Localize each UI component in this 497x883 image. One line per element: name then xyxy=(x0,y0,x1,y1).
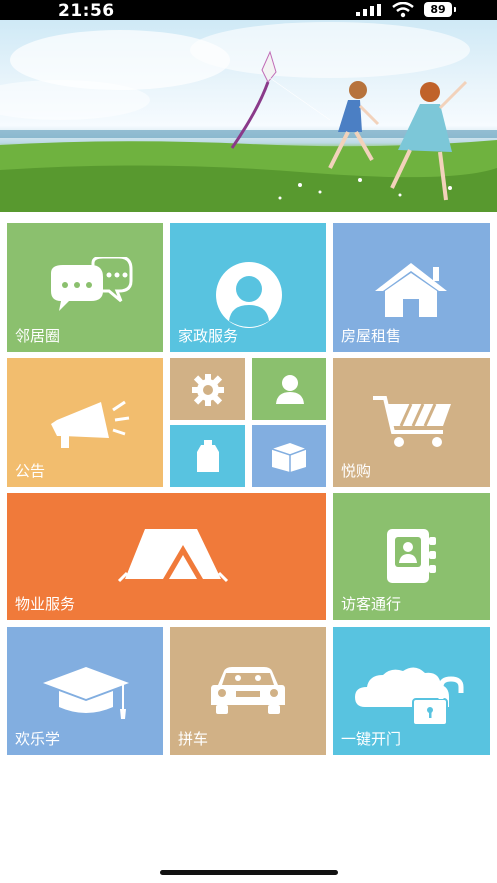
megaphone-icon xyxy=(51,400,130,448)
tile-label: 公告 xyxy=(15,462,46,480)
cloud-unlock-icon xyxy=(355,667,464,726)
tile-notice[interactable]: 公告 xyxy=(7,358,163,487)
tile-label: 悦购 xyxy=(341,462,372,480)
tile-water-delivery[interactable] xyxy=(170,425,245,487)
tile-label: 拼车 xyxy=(178,730,209,748)
tile-label: 邻居圈 xyxy=(15,327,61,345)
tile-profile[interactable] xyxy=(252,358,326,420)
car-icon xyxy=(211,667,285,714)
status-bar: 21:56 89 xyxy=(0,0,497,21)
battery-level: 89 xyxy=(430,3,446,16)
water-bottle-icon xyxy=(197,440,219,472)
person-icon xyxy=(276,375,304,404)
tile-label: 房屋租售 xyxy=(341,327,402,345)
tile-settings[interactable] xyxy=(170,358,245,420)
banner-illustration xyxy=(0,22,497,212)
tile-label: 物业服务 xyxy=(15,595,76,613)
contact-book-icon xyxy=(387,529,436,583)
user-avatar-icon xyxy=(216,262,282,328)
battery-icon: 89 xyxy=(424,2,452,17)
tile-label: 家政服务 xyxy=(178,327,239,345)
chat-bubbles-icon xyxy=(51,257,133,311)
gear-icon xyxy=(192,374,224,406)
tile-label: 一键开门 xyxy=(341,730,402,748)
home-indicator[interactable] xyxy=(160,870,338,875)
tile-label: 欢乐学 xyxy=(15,730,61,748)
tile-visitor[interactable]: 访客通行 xyxy=(333,493,490,620)
tent-icon xyxy=(117,529,229,583)
graduation-cap-icon xyxy=(43,667,129,719)
tile-property[interactable]: 物业服务 xyxy=(7,493,326,620)
shopping-cart-icon xyxy=(373,396,451,447)
package-box-icon xyxy=(271,443,307,472)
tile-rental[interactable]: 房屋租售 xyxy=(333,223,490,352)
tile-unlock[interactable]: 一键开门 xyxy=(333,627,490,755)
tile-learning[interactable]: 欢乐学 xyxy=(7,627,163,755)
tile-housekeeping[interactable]: 家政服务 xyxy=(170,223,326,352)
cellular-signal-icon xyxy=(356,4,381,16)
tile-carpool[interactable]: 拼车 xyxy=(170,627,326,755)
banner-image[interactable] xyxy=(0,20,497,212)
battery-tip xyxy=(454,7,456,12)
wifi-icon xyxy=(392,2,414,18)
status-time: 21:56 xyxy=(58,1,115,21)
tile-package[interactable] xyxy=(252,425,326,487)
tile-label: 访客通行 xyxy=(341,595,402,613)
house-icon xyxy=(375,263,447,317)
tile-neighbors[interactable]: 邻居圈 xyxy=(7,223,163,352)
tile-shopping[interactable]: 悦购 xyxy=(333,358,490,487)
